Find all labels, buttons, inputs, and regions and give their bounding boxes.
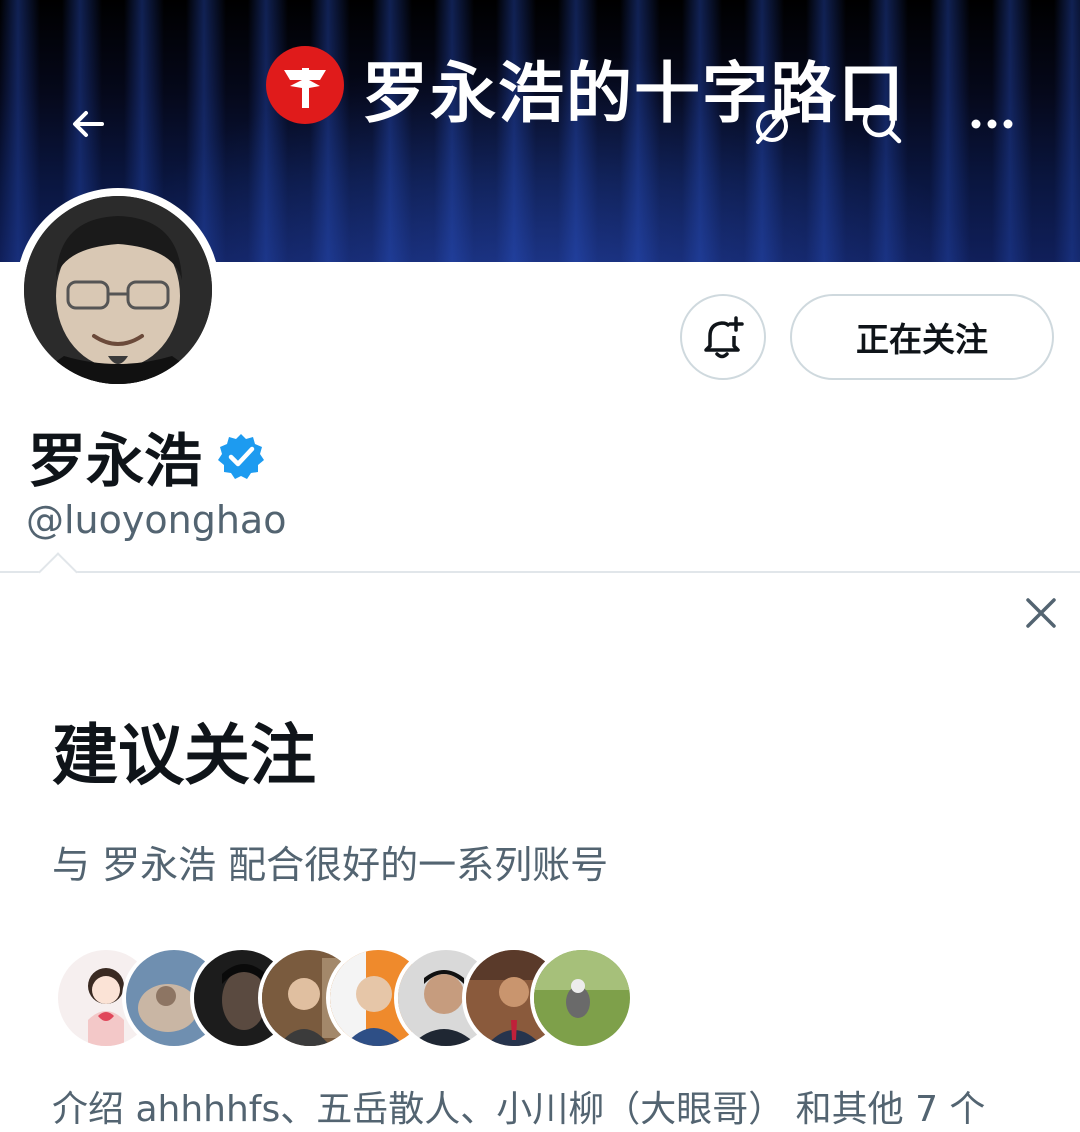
hide-button[interactable] (740, 94, 804, 158)
banner-logo (266, 46, 344, 124)
arrow-left-icon (73, 111, 104, 137)
following-button[interactable]: 正在关注 (790, 294, 1054, 380)
user-handle: @luoyonghao (26, 498, 287, 542)
bell-plus-icon (704, 316, 744, 359)
eye-slash-icon (756, 108, 788, 144)
more-button[interactable] (960, 92, 1024, 156)
close-icon (1026, 598, 1056, 628)
avatar-image (24, 196, 212, 384)
display-name-row: 罗永浩 (28, 414, 266, 498)
more-horizontal-icon (971, 119, 1013, 129)
suggested-avatar (530, 946, 634, 1050)
search-icon (862, 104, 902, 144)
close-suggestions-button[interactable] (1018, 590, 1064, 636)
suggestions-intro: 介绍 ahhhhfs、五岳散人、小川柳（大眼哥） 和其他 7 个 (52, 1089, 986, 1130)
search-button[interactable] (850, 92, 914, 156)
notifications-button[interactable] (680, 294, 766, 380)
suggestions-title: 建议关注 (52, 717, 316, 794)
suggestions-subtitle: 与 罗永浩 配合很好的一系列账号 (52, 843, 609, 887)
banner-title: 罗永浩的十字路口 (362, 54, 906, 132)
suggested-avatars[interactable] (54, 946, 634, 1050)
verified-badge-icon (218, 434, 265, 479)
back-button[interactable] (56, 92, 120, 156)
display-name: 罗永浩 (28, 427, 203, 495)
profile-avatar[interactable] (16, 188, 220, 392)
